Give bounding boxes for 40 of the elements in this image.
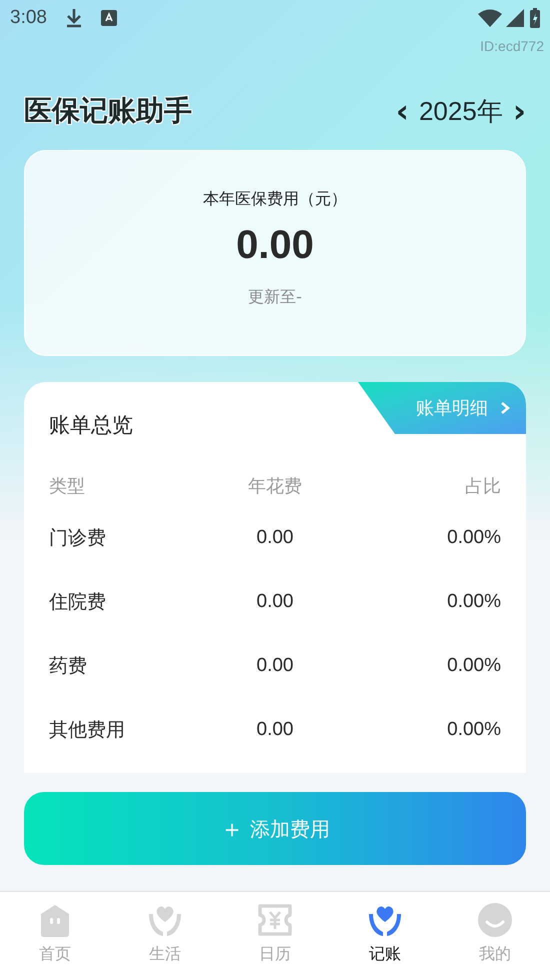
chevron-right-icon [500,401,510,415]
nav-tab[interactable]: 首页 [0,902,110,979]
app-title: 医保记账助手 [24,93,192,129]
cost-cell-text: 0.00 [256,718,294,742]
status-time: 3:08 [10,6,47,30]
type-cell-text: 门诊费 [49,526,106,552]
plus-icon: ＋ [220,810,244,846]
bill-title: 账单总览 [49,413,133,437]
nav-tab[interactable]: 记账 [330,902,440,979]
bill-detail-tab[interactable]: 账单明细 [358,382,526,434]
updated-text: 更新至- [248,286,302,308]
battery-icon [530,8,540,28]
download-icon [64,8,83,28]
column-header: 类型 [49,475,85,499]
share-cell-text: 0.00% [447,654,501,678]
signal-icon [506,9,524,27]
type-cell-text: 药费 [49,654,87,680]
summary-amount: 0.00 [236,225,314,265]
summary-label: 本年医保费用（元） [203,188,347,210]
share-cell-text: 0.00% [447,590,501,614]
add-expense-label: 添加费用 [250,816,330,842]
keyboard-icon [100,10,117,26]
nav-tab[interactable]: 生活 [110,902,220,979]
nav-tab[interactable]: 我的 [440,902,550,979]
next-year-button[interactable]: › [512,95,526,127]
share-cell-text: 0.00% [447,526,501,550]
nav-tab[interactable]: 日历 [220,902,330,979]
type-cell-text: 住院费 [49,590,106,616]
year-label: 2025年 [418,94,503,128]
add-expense-button[interactable]: ＋ 添加费用 [24,792,526,865]
cost-cell-text: 0.00 [256,590,294,614]
cost-cell-text: 0.00 [256,526,294,550]
column-header: 占比 [465,475,501,499]
share-cell-text: 0.00% [447,718,501,742]
cost-cell-text: 0.00 [256,654,294,678]
wifi-icon [478,9,502,27]
type-cell-text: 其他费用 [49,718,125,744]
column-header: 年花费 [248,475,302,499]
previous-year-button[interactable]: ‹ [396,95,409,127]
device-id: ID:ecd772 [480,37,544,56]
